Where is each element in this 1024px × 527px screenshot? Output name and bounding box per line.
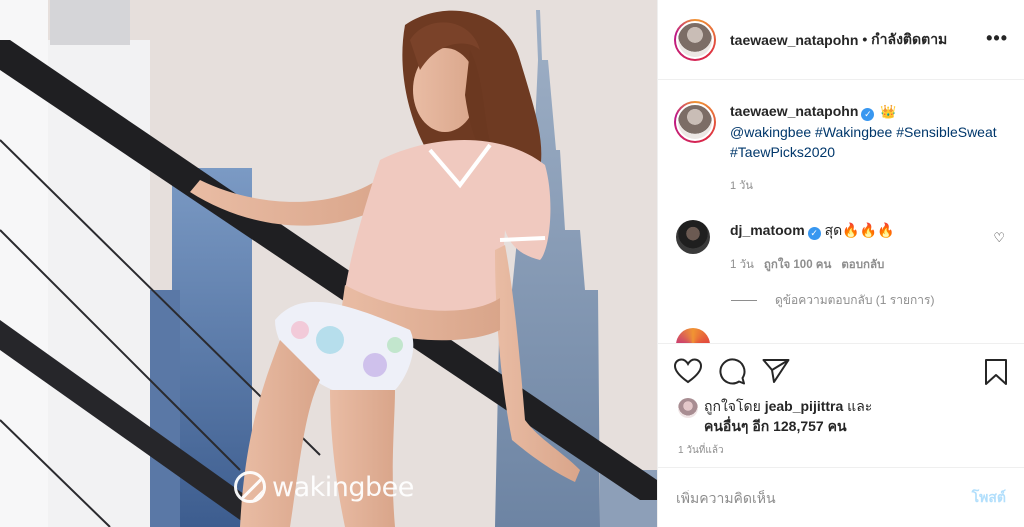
liker-avatar[interactable] <box>678 398 698 418</box>
comment-item: dj_matoom ✓ สุด🔥🔥🔥 1 วัน ถูกใจ 100 คน ตอบ… <box>674 220 1009 274</box>
caption-text[interactable]: @wakingbee #Wakingbee #SensibleSweat #Ta… <box>730 124 997 160</box>
post-header: taewaew_natapohn • กำลังติดตาม ••• <box>658 0 1024 80</box>
liker-username[interactable]: jeab_pijittra <box>765 398 844 414</box>
next-comment-avatar[interactable] <box>676 328 710 343</box>
add-comment-input[interactable] <box>676 489 972 506</box>
comment-text: สุด🔥🔥🔥 <box>824 222 895 238</box>
photo-illustration <box>0 0 657 527</box>
post-caption: taewaew_natapohn ✓ 👑 @wakingbee #Wakingbe… <box>674 101 1000 196</box>
watermark-text: wakingbee <box>272 471 414 503</box>
post-comment-button[interactable]: โพสต์ <box>972 487 1006 509</box>
more-options-icon[interactable]: ••• <box>986 28 1008 49</box>
caption-username[interactable]: taewaew_natapohn <box>730 103 858 119</box>
bookmark-icon[interactable] <box>984 358 1008 386</box>
add-comment-bar: โพสต์ <box>658 467 1024 527</box>
author-username[interactable]: taewaew_natapohn <box>730 32 858 48</box>
comment-like-heart-icon[interactable]: ♡ <box>993 230 1005 246</box>
reply-button[interactable]: ตอบกลับ <box>841 256 884 274</box>
instagram-post: wakingbee taewaew_natapohn • กำลังติดตาม… <box>0 0 1024 527</box>
caption-avatar[interactable] <box>674 101 716 143</box>
post-actions: ถูกใจโดย jeab_pijittra และ คนอื่นๆ อีก 1… <box>658 343 1024 463</box>
post-photo[interactable]: wakingbee <box>0 0 657 527</box>
comment-likes[interactable]: ถูกใจ 100 คน <box>764 256 831 274</box>
comment-icon[interactable] <box>718 358 746 386</box>
likes-summary: ถูกใจโดย jeab_pijittra และ คนอื่นๆ อีก 1… <box>678 396 872 436</box>
verified-badge-icon: ✓ <box>807 227 821 240</box>
post-side-panel: taewaew_natapohn • กำลังติดตาม ••• taewa… <box>657 0 1024 527</box>
share-icon[interactable] <box>762 358 790 384</box>
commenter-username[interactable]: dj_matoom <box>730 222 805 238</box>
likes-joiner: และ <box>843 398 873 414</box>
comment-time[interactable]: 1 วัน <box>730 256 754 274</box>
caption-time[interactable]: 1 วัน <box>730 176 1000 196</box>
brand-watermark: wakingbee <box>234 471 414 503</box>
crown-icon: 👑 <box>880 104 897 119</box>
verified-badge-icon: ✓ <box>861 108 875 121</box>
likes-prefix: ถูกใจโดย <box>704 398 765 414</box>
posted-time[interactable]: 1 วันที่แล้ว <box>678 443 724 458</box>
commenter-avatar[interactable] <box>676 220 710 254</box>
heart-icon[interactable] <box>674 358 702 384</box>
view-replies-button[interactable]: ดูข้อความตอบกลับ (1 รายการ) <box>731 291 934 310</box>
wakingbee-logo-icon <box>234 471 266 503</box>
comments-list[interactable]: taewaew_natapohn ✓ 👑 @wakingbee #Wakingbe… <box>658 81 1024 343</box>
likes-others[interactable]: คนอื่นๆ อีก 128,757 คน <box>704 418 847 434</box>
follow-status[interactable]: • กำลังติดตาม <box>862 29 947 51</box>
author-avatar[interactable] <box>674 18 716 61</box>
view-replies-label: ดูข้อความตอบกลับ (1 รายการ) <box>775 293 935 307</box>
